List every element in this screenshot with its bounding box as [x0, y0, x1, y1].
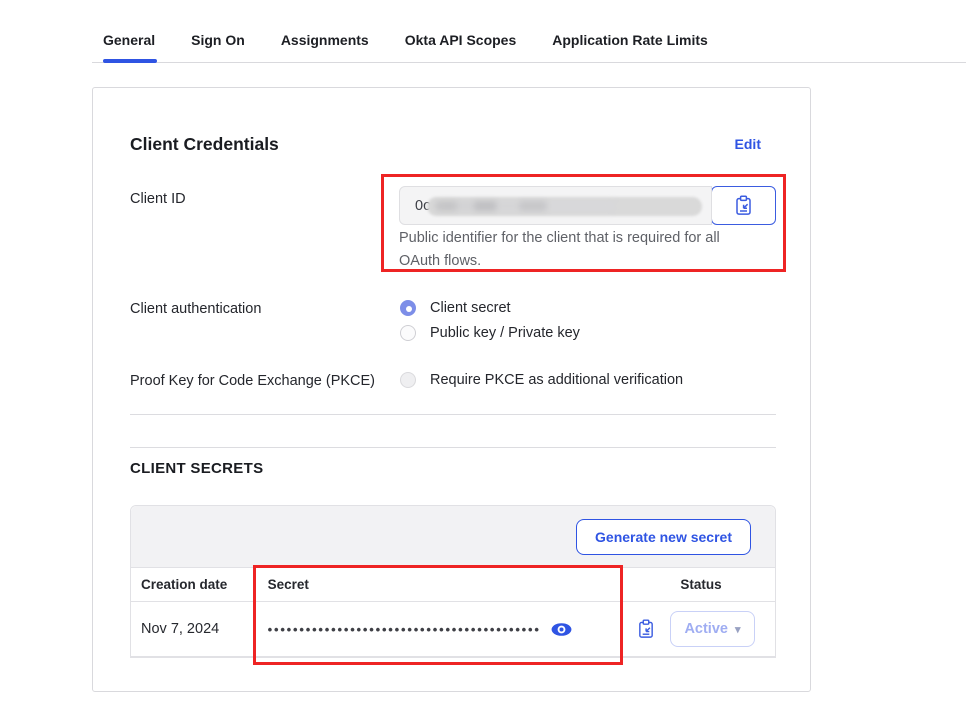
client-secrets-table: Generate new secret Creation date Secret…: [130, 505, 776, 658]
client-credentials-card: Client Credentials Edit Client ID 0o: [92, 87, 811, 692]
status-badge: Active: [684, 621, 728, 637]
secrets-table-header: Creation date Secret Status: [131, 568, 775, 602]
reveal-secret-button[interactable]: [551, 622, 572, 637]
cell-creation-date: Nov 7, 2024: [131, 621, 256, 637]
masked-secret-value: ••••••••••••••••••••••••••••••••••••••••…: [268, 622, 541, 637]
radio-client-secret-label: Client secret: [430, 300, 511, 316]
client-id-label: Client ID: [130, 191, 186, 207]
section-divider: [130, 414, 776, 415]
client-id-value-field: 0o: [399, 186, 712, 225]
status-dropdown-button[interactable]: Active ▾: [670, 611, 754, 647]
table-row: Nov 7, 2024 ••••••••••••••••••••••••••••…: [131, 602, 775, 657]
cell-status: Active ▾: [630, 611, 775, 647]
radio-selected-icon[interactable]: [400, 300, 416, 316]
client-id-redaction-blur: [427, 197, 702, 216]
client-id-help-text: Public identifier for the client that is…: [399, 227, 751, 273]
tab-assignments[interactable]: Assignments: [281, 32, 369, 48]
active-tab-indicator: [103, 59, 157, 63]
client-id-field-group: 0o: [399, 186, 776, 225]
clipboard-copy-icon: [734, 195, 753, 216]
eye-icon: [551, 622, 572, 637]
client-authentication-label: Client authentication: [130, 301, 261, 317]
edit-link[interactable]: Edit: [735, 136, 761, 152]
section-title-client-credentials: Client Credentials: [130, 134, 279, 155]
secrets-table-toolbar: Generate new secret: [131, 506, 775, 568]
tab-okta-api-scopes[interactable]: Okta API Scopes: [405, 32, 517, 48]
cell-secret: ••••••••••••••••••••••••••••••••••••••••…: [256, 622, 631, 637]
radio-unselected-icon[interactable]: [400, 325, 416, 341]
okta-app-settings-page: General Sign On Assignments Okta API Sco…: [0, 0, 967, 710]
tab-general[interactable]: General: [103, 32, 155, 48]
pkce-option-label: Require PKCE as additional verification: [430, 372, 683, 388]
client-authentication-options: Client secret Public key / Private key: [400, 300, 580, 341]
radio-public-private-key[interactable]: Public key / Private key: [400, 325, 580, 341]
checkbox-unchecked-icon[interactable]: [400, 372, 416, 388]
tab-application-rate-limits[interactable]: Application Rate Limits: [552, 32, 708, 48]
app-tabbar: General Sign On Assignments Okta API Sco…: [0, 0, 967, 63]
radio-client-secret[interactable]: Client secret: [400, 300, 580, 316]
section-title-client-secrets: CLIENT SECRETS: [130, 460, 263, 477]
pkce-checkbox-row[interactable]: Require PKCE as additional verification: [400, 372, 683, 388]
caret-down-icon: ▾: [735, 623, 741, 636]
column-header-status: Status: [630, 577, 775, 592]
copy-secret-button[interactable]: [637, 619, 655, 639]
tab-sign-on[interactable]: Sign On: [191, 32, 245, 48]
clipboard-copy-icon: [637, 619, 655, 639]
tabbar-divider: [92, 62, 966, 63]
column-header-creation-date: Creation date: [131, 577, 256, 592]
column-header-secret: Secret: [256, 577, 631, 592]
copy-client-id-button[interactable]: [711, 186, 776, 225]
pkce-label: Proof Key for Code Exchange (PKCE): [130, 373, 375, 389]
section-divider: [130, 447, 776, 448]
radio-public-private-key-label: Public key / Private key: [430, 325, 580, 341]
generate-new-secret-button[interactable]: Generate new secret: [576, 519, 751, 555]
